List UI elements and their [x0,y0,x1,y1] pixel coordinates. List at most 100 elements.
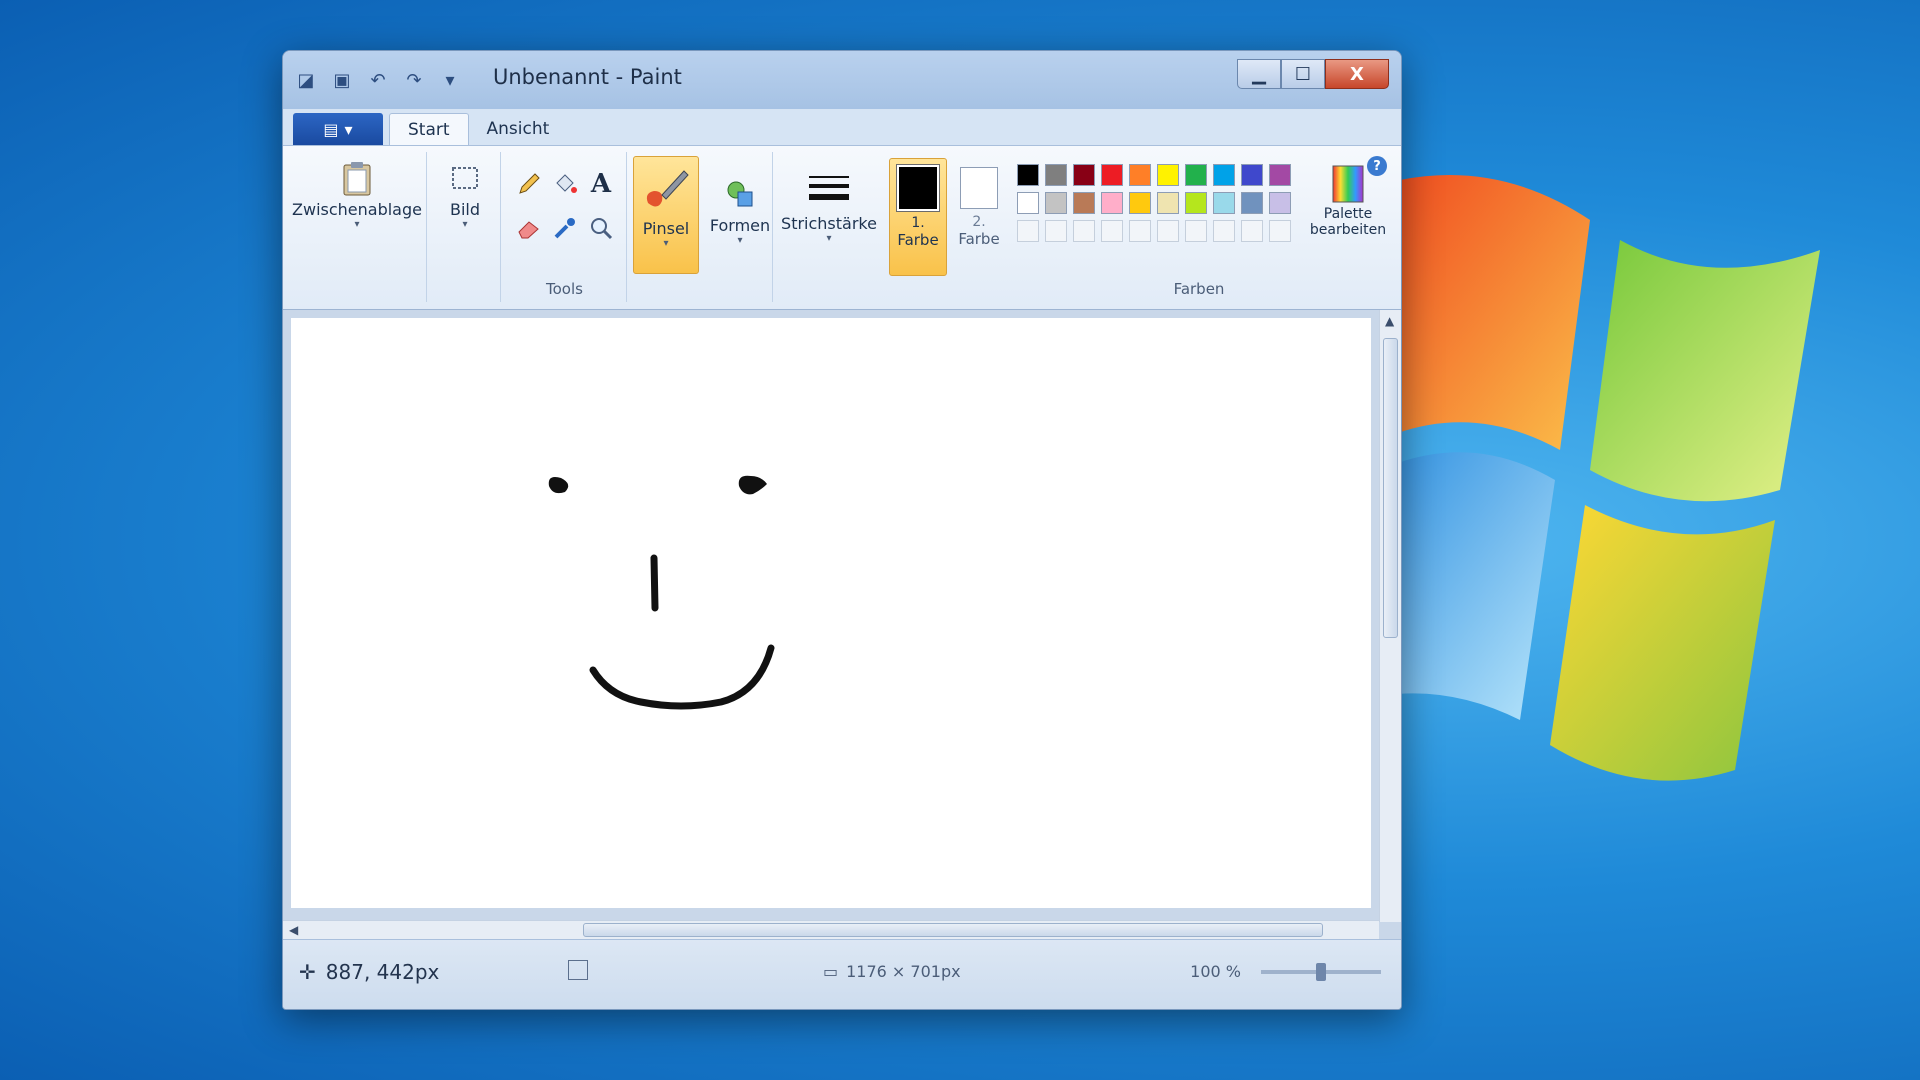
image-size-text: 1176 × 701px [846,962,961,981]
empty-color-swatch[interactable] [1129,220,1151,242]
title-bar: ◪ ▣ ↶ ↷ ▾ Unbenannt - Paint ▁ ☐ X [283,51,1401,109]
magnifier-icon[interactable] [585,212,617,244]
scroll-up-icon[interactable]: ▲ [1385,314,1394,328]
image-size-icon: ▭ [823,962,839,981]
brush-icon [638,163,694,219]
color-swatch[interactable] [1213,164,1235,186]
empty-color-swatch[interactable] [1017,220,1039,242]
close-button[interactable]: X [1325,59,1389,89]
text-icon[interactable]: A [585,168,617,200]
color-swatch[interactable] [1101,164,1123,186]
color-swatch[interactable] [1185,192,1207,214]
empty-color-swatch[interactable] [1073,220,1095,242]
horizontal-scrollbar[interactable]: ◀ [283,920,1379,940]
color-swatch[interactable] [1213,192,1235,214]
zoom-slider-knob[interactable] [1316,963,1326,981]
color-swatch[interactable] [1045,164,1067,186]
window-controls: ▁ ☐ X [1237,59,1389,89]
image-button[interactable]: Bild ▾ [435,156,495,230]
shapes-label: Formen [709,216,771,235]
color-swatch[interactable] [1185,164,1207,186]
edit-palette-label-1: Palette [1323,206,1373,222]
color-swatch[interactable] [1073,192,1095,214]
vertical-scroll-thumb[interactable] [1383,338,1398,638]
tab-ansicht[interactable]: Ansicht [469,113,568,145]
color-swatch[interactable] [1045,192,1067,214]
color2-label: Farbe [958,230,1000,248]
color-swatch[interactable] [1129,192,1151,214]
color-swatch[interactable] [1073,164,1095,186]
scroll-left-icon[interactable]: ◀ [289,923,298,937]
tab-start[interactable]: Start [389,113,469,145]
cursor-coords: 887, 442px [325,960,440,984]
brush-button[interactable]: Pinsel ▾ [633,156,699,274]
tools-group-label: Tools [546,280,583,298]
brush-label: Pinsel [642,219,690,238]
drawing-canvas[interactable] [291,318,1371,908]
minimize-button[interactable]: ▁ [1237,59,1281,89]
color2-number: 2. [972,214,986,230]
left-eye [548,477,569,494]
shapes-button[interactable]: Formen ▾ [709,172,771,246]
color1-number: 1. [911,215,925,231]
horizontal-scroll-thumb[interactable] [583,923,1323,937]
palette-icon [1326,162,1370,206]
paint-window: ◪ ▣ ↶ ↷ ▾ Unbenannt - Paint ▁ ☐ X ▤ ▾ St… [282,50,1402,1010]
color-swatch[interactable] [1241,192,1263,214]
color2-button[interactable]: 2. Farbe [951,158,1007,276]
chevron-down-icon: ▾ [826,233,832,244]
save-icon[interactable]: ▣ [329,67,355,93]
empty-color-swatch[interactable] [1241,220,1263,242]
chevron-down-icon: ▾ [462,219,468,230]
chevron-down-icon: ▾ [354,219,360,230]
mouth [589,644,775,710]
tools-group: A Tools [503,152,627,302]
color-swatch[interactable] [1157,192,1179,214]
shapes-group: Formen ▾ [707,152,773,302]
color-swatch[interactable] [1269,192,1291,214]
clipboard-icon [335,156,379,200]
empty-color-swatch[interactable] [1101,220,1123,242]
empty-color-swatch[interactable] [1213,220,1235,242]
color-swatch[interactable] [1101,192,1123,214]
color-swatch[interactable] [1269,164,1291,186]
image-group: Bild ▾ [429,152,501,302]
fill-icon[interactable] [549,168,581,200]
color1-button[interactable]: 1. Farbe [889,158,947,276]
menu-icon: ▤ [323,119,339,139]
app-menu-button[interactable]: ▤ ▾ [293,113,383,145]
stroke-width-icon [807,170,851,214]
redo-icon[interactable]: ↷ [401,67,427,93]
colors-group: Palette bearbeiten Farben [1011,152,1387,302]
eraser-icon[interactable] [513,212,545,244]
window-title: Unbenannt - Paint [493,65,682,89]
empty-color-swatch[interactable] [1185,220,1207,242]
vertical-scrollbar[interactable]: ▲ [1379,310,1401,922]
select-icon [443,156,487,200]
empty-color-swatch[interactable] [1157,220,1179,242]
cursor-position: ✛ 887, 442px [299,960,439,984]
customize-quick-access-icon[interactable]: ▾ [437,67,463,93]
colors-group-label: Farben [1173,280,1225,298]
empty-color-swatch[interactable] [1269,220,1291,242]
color-picker-icon[interactable] [549,212,581,244]
undo-icon[interactable]: ↶ [365,67,391,93]
color-swatch[interactable] [1129,164,1151,186]
paint-app-icon[interactable]: ◪ [293,67,319,93]
color-swatch[interactable] [1017,192,1039,214]
chevron-down-icon: ▾ [663,238,669,249]
help-icon[interactable]: ? [1367,156,1387,176]
stroke-width-button[interactable]: Strichstärke ▾ [779,170,879,244]
color-swatch[interactable] [1157,164,1179,186]
chevron-down-icon: ▾ [737,235,743,246]
zoom-slider[interactable] [1261,963,1381,981]
pencil-icon[interactable] [513,168,545,200]
color-swatch[interactable] [1017,164,1039,186]
clipboard-button[interactable]: Zwischenablage ▾ [291,156,423,230]
nose [650,554,659,612]
windows-logo [1380,175,1820,781]
empty-color-swatch[interactable] [1045,220,1067,242]
maximize-button[interactable]: ☐ [1281,59,1325,89]
selection-size-icon [568,960,588,980]
color-swatch[interactable] [1241,164,1263,186]
